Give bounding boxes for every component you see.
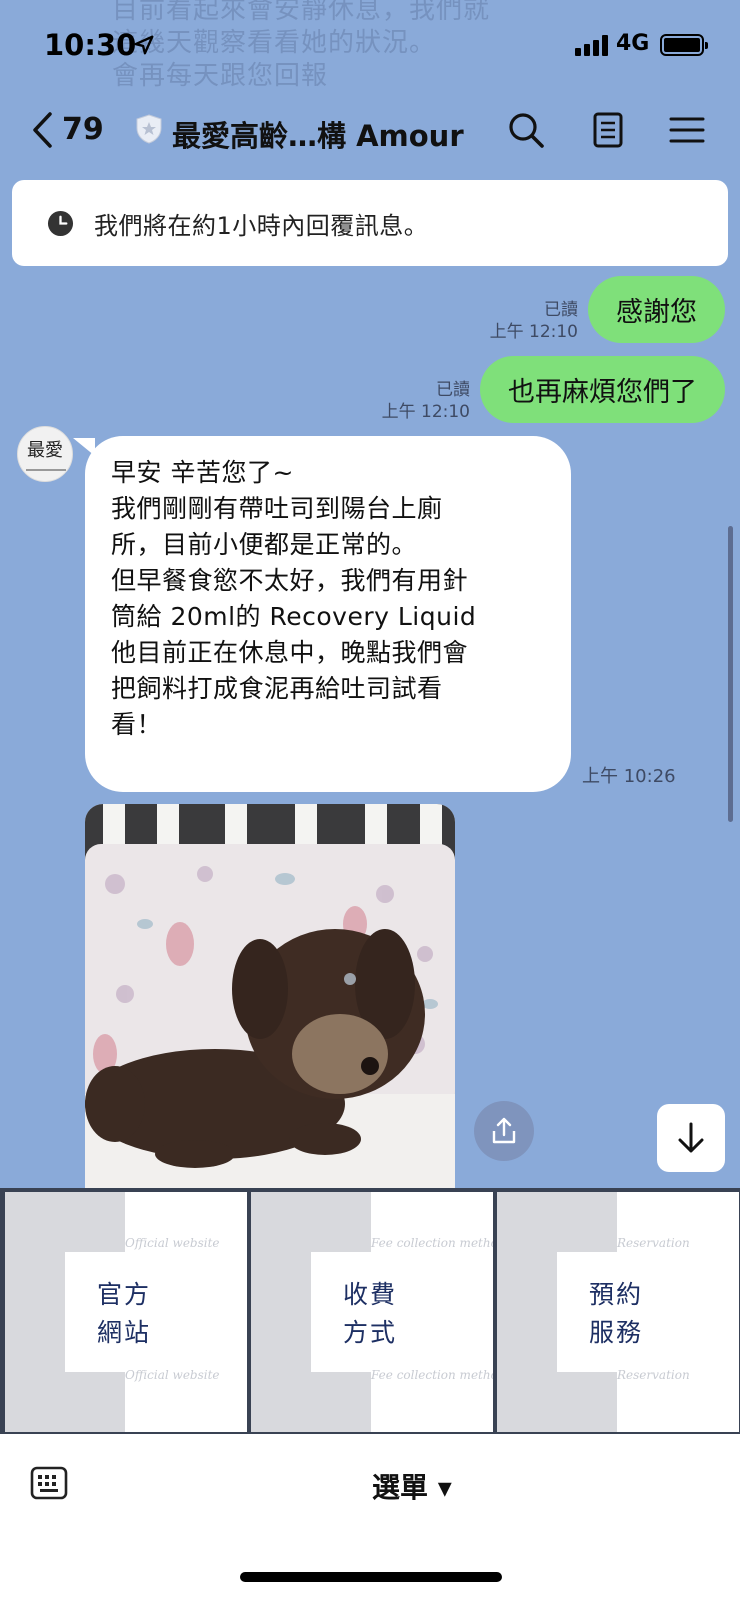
script-watermark: Reservation (617, 1236, 690, 1250)
rich-menu-label: 收費 方式 (343, 1276, 397, 1352)
label-line: 服務 (589, 1318, 644, 1347)
verified-shield-icon (136, 114, 162, 144)
scroll-to-bottom-button[interactable] (657, 1104, 725, 1172)
incoming-bubble[interactable]: 早安 辛苦您了~ 我們剛剛有帶吐司到陽台上廁 所，目前小便都是正常的。 但早餐食… (73, 436, 571, 792)
message-line: 所，目前小便都是正常的。 (111, 530, 418, 559)
menu-icon[interactable] (667, 110, 707, 150)
search-icon[interactable] (506, 110, 546, 150)
label-line: 收費 (343, 1280, 398, 1309)
rich-menu-reservation[interactable]: Reservation Reservation 預約 服務 (497, 1192, 739, 1432)
notes-icon[interactable] (588, 110, 628, 150)
share-button[interactable] (474, 1101, 534, 1161)
keyboard-icon[interactable] (30, 1466, 68, 1500)
label-line: 網站 (97, 1318, 152, 1347)
label-line: 官方 (97, 1280, 152, 1309)
rich-menu: Official website Official website 官方 網站 … (0, 1188, 740, 1434)
script-watermark: Reservation (617, 1368, 690, 1382)
outgoing-bubble[interactable]: 也再麻煩您們了 (480, 356, 725, 423)
label-line: 預約 (589, 1280, 644, 1309)
avatar-text: 最愛 (27, 440, 63, 461)
arrow-down-icon (678, 1122, 704, 1153)
unread-count[interactable]: 79 (62, 112, 104, 147)
location-arrow-icon (134, 35, 154, 55)
cellular-signal-icon (575, 34, 608, 56)
message-line: 看！ (111, 710, 163, 739)
script-watermark: Fee collection method (371, 1368, 493, 1382)
rich-menu-label: 預約 服務 (589, 1276, 643, 1352)
message-time: 上午 12:10 (489, 322, 578, 342)
message-meta: 已讀 上午 12:10 (490, 299, 578, 343)
back-chevron-icon[interactable] (30, 110, 56, 150)
status-bar: 10:30 4G (0, 0, 740, 96)
home-indicator[interactable] (240, 1572, 502, 1582)
outgoing-message: 已讀 上午 12:10 感謝您 (490, 276, 725, 343)
message-time: 上午 12:10 (381, 402, 470, 422)
dog-photo[interactable] (85, 804, 455, 1188)
message-meta: 已讀 上午 12:10 (382, 379, 470, 423)
share-icon (492, 1117, 516, 1144)
outgoing-bubble[interactable]: 感謝您 (588, 276, 725, 343)
script-watermark: Official website (125, 1236, 220, 1250)
chat-scrollbar[interactable] (728, 526, 733, 822)
script-watermark: Official website (125, 1368, 220, 1382)
message-line: 筒給 20ml的 Recovery Liquid (111, 602, 477, 631)
message-line: 早安 辛苦您了~ (111, 458, 294, 487)
script-watermark: Fee collection method (371, 1236, 493, 1250)
network-type: 4G (616, 31, 650, 56)
rich-menu-label: 官方 網站 (97, 1276, 151, 1352)
chat-header: 79 最愛高齡…構 Amour (0, 96, 740, 172)
reply-time-notice: 我們將在約1小時內回覆訊息。 (12, 180, 728, 266)
message-line: 把飼料打成食泥再給吐司試看 (111, 674, 443, 703)
battery-icon (660, 34, 708, 56)
message-line: 我們剛剛有帶吐司到陽台上廁 (111, 494, 443, 523)
dog-photo-image (85, 804, 455, 1188)
chat-title[interactable]: 最愛高齡…構 Amour (172, 113, 464, 155)
rich-menu-fee-method[interactable]: Fee collection method Fee collection met… (251, 1192, 493, 1432)
menu-toggle[interactable]: 選單 ▾ (372, 1466, 452, 1506)
notice-text: 我們將在約1小時內回覆訊息。 (94, 211, 429, 240)
outgoing-message: 已讀 上午 12:10 也再麻煩您們了 (382, 356, 725, 423)
message-line: 但早餐食慾不太好，我們有用針 (111, 566, 469, 595)
bottom-bar: 選單 ▾ (0, 1434, 740, 1597)
rich-menu-official-website[interactable]: Official website Official website 官方 網站 (5, 1192, 247, 1432)
sender-avatar[interactable]: 最愛 (17, 426, 73, 482)
status-time: 10:30 (44, 28, 137, 62)
message-line: 他目前正在休息中，晚點我們會 (111, 638, 469, 667)
clock-icon (47, 210, 74, 236)
read-status: 已讀 (436, 380, 470, 400)
label-line: 方式 (343, 1318, 398, 1347)
message-time: 上午 10:26 (582, 766, 676, 787)
read-status: 已讀 (544, 300, 578, 320)
